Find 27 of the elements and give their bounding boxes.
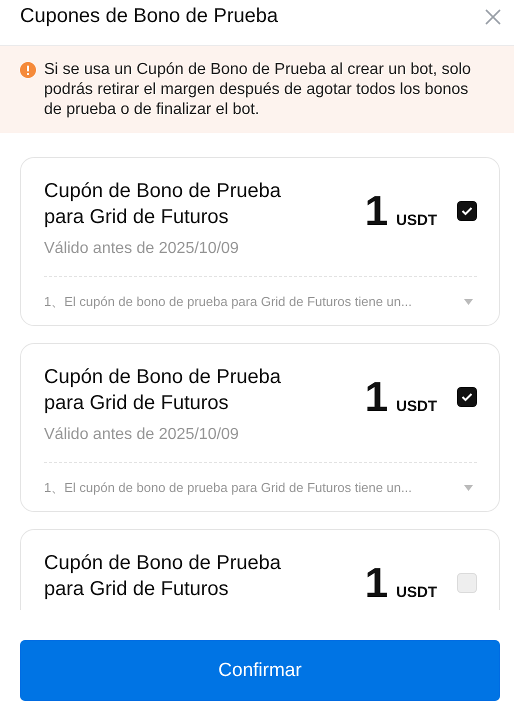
coupon-card[interactable]: Cupón de Bono de Prueba para Grid de Futuros 1 USDT Válido antes de 2025/10/09 1、El cupón de bono de prueba para Grid de Futuros tiene un... [20, 343, 500, 512]
coupon-card[interactable]: Cupón de Bono de Prueba para Grid de Futuros 1 USDT Válido antes de 2025/10/09 1、El cupón de bono de prueba para Grid de Futuros tiene un... [20, 157, 500, 326]
coupon-title: Cupón de Bono de Prueba para Grid de Futuros [44, 551, 282, 602]
notice-text: Si se usa un Cupón de Bono de Prueba al crear un bot, solo podrás retirar el margen después de agotar todos los bonos de prueba o de finalizar el bot. [44, 60, 472, 120]
dialog-title: Cupones de Bono de Prueba [20, 5, 278, 28]
coupon-checkbox[interactable] [457, 573, 477, 593]
coupon-amount: 1 [364, 562, 388, 604]
caret-icon[interactable] [464, 485, 473, 491]
close-icon[interactable] [484, 8, 502, 26]
warning-icon [20, 62, 36, 78]
validity-text: Válido antes de 2025/10/09 [44, 426, 240, 444]
coupon-title: Cupón de Bono de Prueba para Grid de Futuros [44, 365, 282, 416]
terms-text: 1、El cupón de bono de prueba para Grid de Futuros tiene un... [44, 479, 412, 497]
coupon-title: Cupón de Bono de Prueba para Grid de Futuros [44, 179, 282, 230]
coupon-checkbox[interactable] [457, 201, 477, 221]
coupon-unit: USDT [396, 584, 437, 601]
coupon-checkbox[interactable] [457, 387, 477, 407]
caret-icon[interactable] [464, 299, 473, 305]
validity-text: Válido antes de 2025/10/09 [44, 240, 240, 258]
checkmark-icon [461, 392, 473, 402]
coupon-amount: 1 [364, 376, 388, 418]
coupon-unit: USDT [396, 398, 437, 415]
checkmark-icon [461, 206, 473, 216]
coupon-unit: USDT [396, 212, 437, 229]
coupon-amount: 1 [364, 190, 388, 232]
confirm-button[interactable]: Confirmar [20, 640, 500, 701]
terms-text: 1、El cupón de bono de prueba para Grid de Futuros tiene un... [44, 293, 412, 311]
